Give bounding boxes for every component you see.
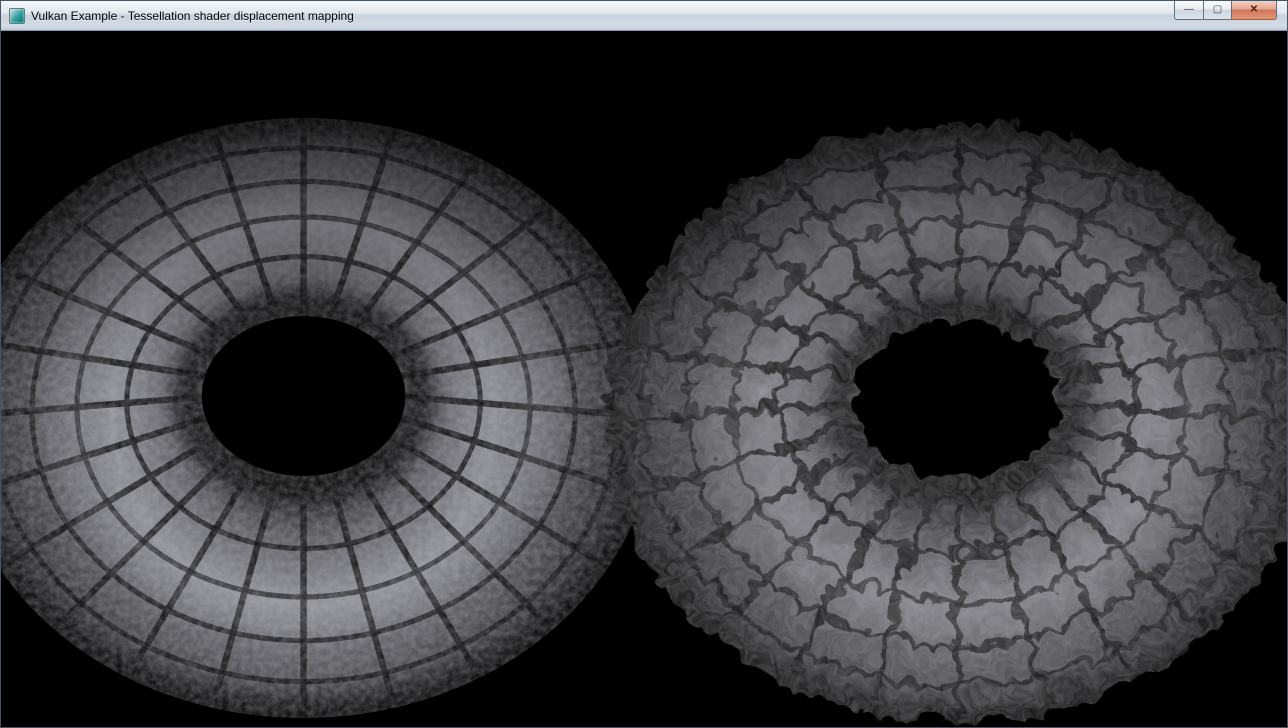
minimize-button[interactable]: — bbox=[1174, 1, 1203, 20]
window-title: Vulkan Example - Tessellation shader dis… bbox=[31, 9, 354, 23]
window-controls: — ▢ ✕ bbox=[1174, 1, 1277, 20]
vulkan-scene bbox=[1, 31, 1287, 728]
vulkan-app-icon bbox=[9, 8, 25, 24]
app-window: Vulkan Example - Tessellation shader dis… bbox=[0, 0, 1288, 728]
titlebar[interactable]: Vulkan Example - Tessellation shader dis… bbox=[1, 1, 1287, 31]
render-viewport[interactable] bbox=[1, 31, 1287, 728]
maximize-button[interactable]: ▢ bbox=[1203, 1, 1232, 20]
close-button[interactable]: ✕ bbox=[1232, 1, 1277, 20]
